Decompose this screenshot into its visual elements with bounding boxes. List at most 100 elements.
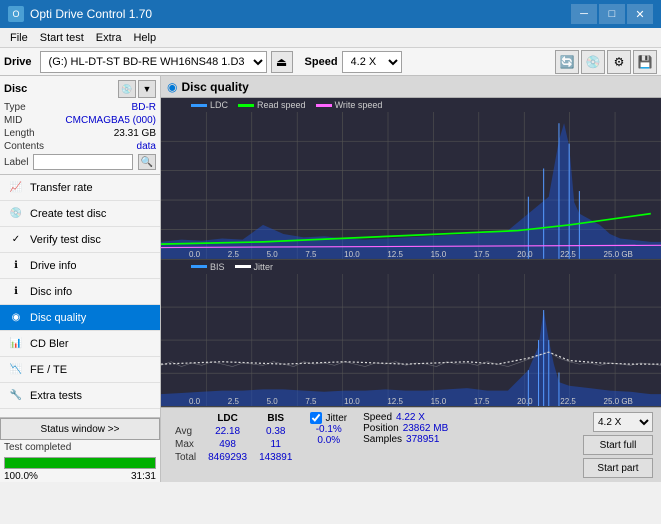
titlebar-left: O Opti Drive Control 1.70 bbox=[8, 6, 152, 22]
close-button[interactable]: ✕ bbox=[627, 4, 653, 24]
disc-icon-btn2[interactable]: ▼ bbox=[138, 80, 156, 98]
eject-button[interactable]: ⏏ bbox=[271, 51, 293, 73]
position-label: Position bbox=[363, 423, 399, 434]
nav-drive-info-label: Drive info bbox=[30, 260, 76, 272]
disc-label-input[interactable] bbox=[33, 154, 133, 170]
max-ldc: 498 bbox=[202, 438, 253, 451]
disc-type-row: Type BD-R bbox=[4, 102, 156, 113]
elapsed-time: 31:31 bbox=[131, 471, 156, 482]
status-text: Test completed bbox=[0, 440, 160, 455]
refresh-button[interactable]: 🔄 bbox=[555, 50, 579, 74]
nav-items: 📈 Transfer rate 💿 Create test disc ✓ Ver… bbox=[0, 175, 160, 417]
bottom-chart-panel: BIS Jitter 20 15 10 5 0 10% bbox=[161, 260, 661, 407]
speed-action-select[interactable]: 4.2 X bbox=[593, 412, 653, 432]
speed-label: Speed bbox=[305, 56, 338, 68]
disc-header: Disc 💿 ▼ bbox=[4, 80, 156, 98]
stats-header-empty bbox=[169, 412, 202, 425]
save-button[interactable]: 💾 bbox=[633, 50, 657, 74]
total-label: Total bbox=[169, 451, 202, 464]
progress-bar-container bbox=[4, 457, 156, 469]
fe-te-icon: 📉 bbox=[8, 362, 24, 378]
start-full-button[interactable]: Start full bbox=[583, 435, 653, 455]
avg-label: Avg bbox=[169, 425, 202, 438]
menubar: File Start test Extra Help bbox=[0, 28, 661, 48]
menu-start-test[interactable]: Start test bbox=[34, 30, 90, 46]
total-bis: 143891 bbox=[253, 451, 298, 464]
nav-create-test-disc[interactable]: 💿 Create test disc bbox=[0, 201, 160, 227]
position-value: 23862 MB bbox=[403, 423, 449, 434]
nav-cd-bler[interactable]: 📊 CD Bler bbox=[0, 331, 160, 357]
nav-verify-test-disc[interactable]: ✓ Verify test disc bbox=[0, 227, 160, 253]
stats-max-row: Max 498 11 bbox=[169, 438, 298, 451]
disc-contents-row: Contents data bbox=[4, 141, 156, 152]
jitter-max: 0.0% bbox=[310, 435, 347, 446]
bottom-chart-svg bbox=[161, 274, 661, 406]
drive-select[interactable]: (G:) HL-DT-ST BD-RE WH16NS48 1.D3 bbox=[40, 51, 267, 73]
disc-length-label: Length bbox=[4, 128, 35, 139]
menu-file[interactable]: File bbox=[4, 30, 34, 46]
jitter-color bbox=[235, 265, 251, 268]
main-layout: Disc 💿 ▼ Type BD-R MID CMCMAGBA5 (000) L… bbox=[0, 76, 661, 482]
nav-create-test-disc-label: Create test disc bbox=[30, 208, 106, 220]
nav-transfer-rate-label: Transfer rate bbox=[30, 182, 93, 194]
disc-mid-row: MID CMCMAGBA5 (000) bbox=[4, 115, 156, 126]
stats-header-bis: BIS bbox=[253, 412, 298, 425]
nav-transfer-rate[interactable]: 📈 Transfer rate bbox=[0, 175, 160, 201]
disc-quality-icon: ◉ bbox=[8, 310, 24, 326]
app-icon: O bbox=[8, 6, 24, 22]
start-part-button[interactable]: Start part bbox=[583, 458, 653, 478]
stats-area: LDC BIS Avg 22.18 0.38 Max 498 11 bbox=[161, 407, 661, 482]
nav-drive-info[interactable]: ℹ Drive info bbox=[0, 253, 160, 279]
disc-section: Disc 💿 ▼ Type BD-R MID CMCMAGBA5 (000) L… bbox=[0, 76, 160, 175]
window-controls[interactable]: ─ □ ✕ bbox=[571, 4, 653, 24]
disc-label-btn[interactable]: 🔍 bbox=[138, 154, 156, 170]
sidebar: Disc 💿 ▼ Type BD-R MID CMCMAGBA5 (000) L… bbox=[0, 76, 161, 482]
nav-disc-quality[interactable]: ◉ Disc quality bbox=[0, 305, 160, 331]
ldc-legend: LDC bbox=[191, 100, 228, 110]
nav-fe-te-label: FE / TE bbox=[30, 364, 67, 376]
stats-table: LDC BIS Avg 22.18 0.38 Max 498 11 bbox=[169, 412, 298, 464]
minimize-button[interactable]: ─ bbox=[571, 4, 597, 24]
jitter-section: Jitter -0.1% 0.0% bbox=[310, 412, 347, 446]
disc-icon-btn1[interactable]: 💿 bbox=[118, 80, 136, 98]
drive-label: Drive bbox=[4, 56, 32, 68]
read-speed-color bbox=[238, 104, 254, 107]
nav-extra-tests-label: Extra tests bbox=[30, 390, 82, 402]
disc-mid-value: CMCMAGBA5 (000) bbox=[65, 115, 156, 126]
disc-length-value: 23.31 GB bbox=[114, 128, 156, 139]
disc-button[interactable]: 💿 bbox=[581, 50, 605, 74]
bis-label: BIS bbox=[210, 262, 225, 272]
charts-container: LDC Read speed Write speed 500 400 300 bbox=[161, 98, 661, 407]
titlebar: O Opti Drive Control 1.70 ─ □ ✕ bbox=[0, 0, 661, 28]
write-speed-label: Write speed bbox=[335, 100, 383, 110]
menu-extra[interactable]: Extra bbox=[90, 30, 128, 46]
chart-area: ◉ Disc quality LDC Read speed bbox=[161, 76, 661, 482]
disc-mid-label: MID bbox=[4, 115, 22, 126]
nav-fe-te[interactable]: 📉 FE / TE bbox=[0, 357, 160, 383]
nav-extra-tests[interactable]: 🔧 Extra tests bbox=[0, 383, 160, 409]
create-test-disc-icon: 💿 bbox=[8, 206, 24, 222]
speed-section: Speed 4.22 X Position 23862 MB Samples 3… bbox=[363, 412, 448, 445]
speed-select[interactable]: 4.2 X bbox=[342, 51, 402, 73]
progress-info: 100.0% 31:31 bbox=[0, 471, 160, 482]
menu-help[interactable]: Help bbox=[127, 30, 162, 46]
read-speed-label: Read speed bbox=[257, 100, 306, 110]
jitter-header: Jitter bbox=[310, 412, 347, 424]
jitter-checkbox[interactable] bbox=[310, 412, 322, 424]
speed-row: Speed 4.22 X bbox=[363, 412, 448, 423]
jitter-legend: Jitter bbox=[235, 262, 274, 272]
disc-label-row: Label 🔍 bbox=[4, 154, 156, 170]
settings-button[interactable]: ⚙ bbox=[607, 50, 631, 74]
transfer-rate-icon: 📈 bbox=[8, 180, 24, 196]
progress-bar-fill bbox=[5, 458, 155, 468]
status-window-button[interactable]: Status window >> bbox=[0, 418, 160, 440]
bis-legend: BIS bbox=[191, 262, 225, 272]
action-section: 4.2 X Start full Start part bbox=[583, 412, 653, 478]
max-label: Max bbox=[169, 438, 202, 451]
samples-row: Samples 378951 bbox=[363, 434, 448, 445]
maximize-button[interactable]: □ bbox=[599, 4, 625, 24]
chart-title: Disc quality bbox=[181, 80, 248, 94]
nav-disc-info[interactable]: ℹ Disc info bbox=[0, 279, 160, 305]
total-ldc: 8469293 bbox=[202, 451, 253, 464]
position-row: Position 23862 MB bbox=[363, 423, 448, 434]
